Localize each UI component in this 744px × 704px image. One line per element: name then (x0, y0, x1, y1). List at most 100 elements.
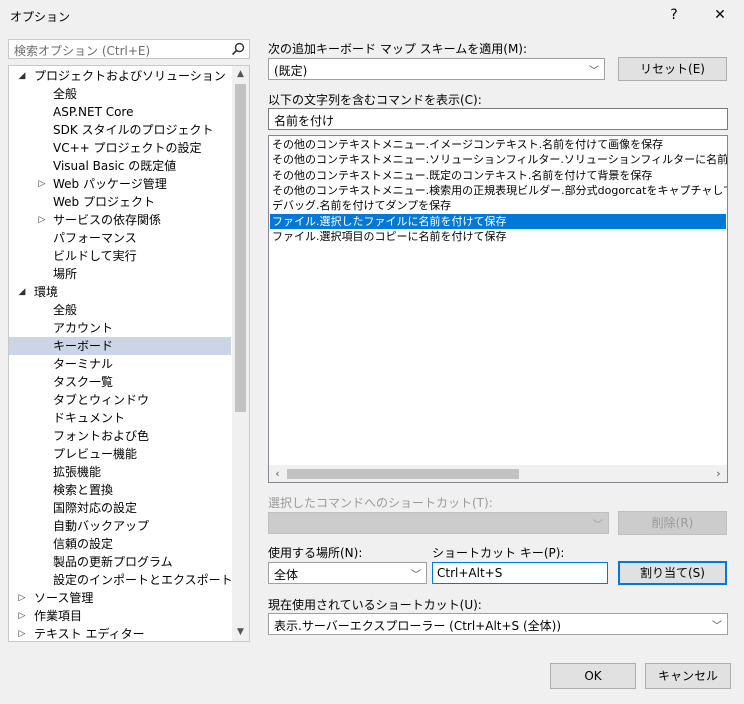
chevron-down-icon: ﹀ (589, 66, 599, 77)
expand-icon[interactable]: ▷ (37, 175, 47, 193)
help-button[interactable]: ? (654, 2, 694, 28)
tree-item[interactable]: 場所 (9, 265, 231, 283)
hscroll-thumb[interactable] (287, 469, 519, 479)
selected-shortcuts-combo[interactable]: ﹀ (268, 512, 609, 534)
tree-item[interactable]: ◢ プロジェクトおよびソリューション (9, 67, 231, 85)
tree-item-label: ソース管理 (34, 591, 94, 605)
tree-item-label: サービスの依存関係 (53, 213, 162, 227)
tree-item[interactable]: 検索と置換 (9, 481, 231, 499)
tree-item[interactable]: VC++ プロジェクトの設定 (9, 139, 231, 157)
collapse-icon[interactable]: ◢ (17, 67, 27, 85)
chevron-down-icon: ﹀ (593, 520, 603, 531)
tree-item[interactable]: 信頼の設定 (9, 535, 231, 553)
tree-item[interactable]: アカウント (9, 319, 231, 337)
search-input[interactable]: 検索オプション (Ctrl+E) (8, 39, 250, 59)
scroll-thumb[interactable] (235, 84, 246, 412)
collapse-icon[interactable]: ◢ (17, 283, 27, 301)
commands-list[interactable]: その他のコンテキストメニュー.イメージコンテキスト.名前を付けて画像を保存 その他… (268, 135, 728, 483)
tree-item[interactable]: ▷ サービスの依存関係 (9, 211, 231, 229)
tree-item[interactable]: プレビュー機能 (9, 445, 231, 463)
tree-scrollbar[interactable]: ▲ ▼ (232, 66, 249, 641)
expand-icon[interactable]: ▷ (37, 211, 47, 229)
command-list-item[interactable]: デバッグ.名前を付けてダンプを保存 (270, 198, 726, 213)
tree-item[interactable]: タブとウィンドウ (9, 391, 231, 409)
tree-item[interactable]: パフォーマンス (9, 229, 231, 247)
scroll-up-icon[interactable]: ▲ (232, 66, 249, 83)
selected-shortcuts-label: 選択したコマンドへのショートカット(T): (268, 496, 493, 510)
tree-item-label: 信頼の設定 (53, 537, 114, 551)
reset-button[interactable]: リセット(E) (618, 57, 727, 81)
tree-item-label: ビルドして実行 (53, 249, 137, 263)
tree-item-label: タブとウィンドウ (53, 393, 150, 407)
remove-button[interactable]: 削除(R) (618, 511, 727, 535)
tree-item-label: ターミナル (53, 357, 114, 371)
tree-item-label: 製品の更新プログラム (53, 555, 173, 569)
tree-item[interactable]: ターミナル (9, 355, 231, 373)
commands-hscrollbar[interactable]: ‹ › (269, 465, 727, 482)
tree-item-label: 設定のインポートとエクスポート (53, 573, 233, 587)
mapping-scheme-combo[interactable]: (既定) ﹀ (268, 58, 605, 80)
use-in-combo[interactable]: 全体 ﹀ (268, 562, 427, 584)
shortcut-key-input[interactable]: Ctrl+Alt+S (432, 562, 608, 584)
command-list-item[interactable]: その他のコンテキストメニュー.既定のコンテキスト.名前を付けて背景を保存 (270, 168, 726, 183)
tree-item-label: 全般 (53, 303, 78, 317)
tree-item[interactable]: ▷ ソース管理 (9, 589, 231, 607)
tree-item[interactable]: Visual Basic の既定値 (9, 157, 231, 175)
chevron-down-icon: ﹀ (411, 570, 421, 581)
tree-item[interactable]: Web プロジェクト (9, 193, 231, 211)
tree-item[interactable]: 設定のインポートとエクスポート (9, 571, 233, 589)
tree-item[interactable]: SDK スタイルのプロジェクト (9, 121, 231, 139)
tree-item[interactable]: 全般 (9, 85, 231, 103)
ok-button[interactable]: OK (550, 663, 636, 689)
mapping-scheme-label: 次の追加キーボード マップ スキームを適用(M): (268, 42, 528, 56)
tree-item[interactable]: 自動バックアップ (9, 517, 231, 535)
assign-button[interactable]: 割り当て(S) (618, 561, 727, 585)
tree-item-label: VC++ プロジェクトの設定 (53, 141, 202, 155)
tree-item[interactable]: ◢ 環境 (9, 283, 231, 301)
tree-item[interactable]: ビルドして実行 (9, 247, 231, 265)
command-filter-input[interactable]: 名前を付け (268, 108, 728, 130)
tree-item-label: SDK スタイルのプロジェクト (53, 123, 214, 137)
scroll-right-icon[interactable]: › (710, 465, 727, 482)
tree-item[interactable]: タスク一覧 (9, 373, 231, 391)
tree-item[interactable]: 国際対応の設定 (9, 499, 231, 517)
command-list-item[interactable]: その他のコンテキストメニュー.検索用の正規表現ビルダー.部分式dogorcatを… (270, 183, 727, 198)
scroll-left-icon[interactable]: ‹ (269, 465, 286, 482)
command-list-item[interactable]: その他のコンテキストメニュー.ソリューションフィルター.ソリューションフィルター… (270, 152, 727, 167)
expand-icon[interactable]: ▷ (17, 625, 27, 641)
close-button[interactable]: ✕ (700, 2, 740, 28)
tree-item[interactable]: 製品の更新プログラム (9, 553, 231, 571)
use-in-label: 使用する場所(N): (268, 546, 363, 560)
tree-item-label: ドキュメント (53, 411, 126, 425)
expand-icon[interactable]: ▷ (17, 589, 27, 607)
current-shortcut-value: 表示.サーバーエクスプローラー (Ctrl+Alt+S (全体)) (274, 619, 562, 633)
tree-item-label: 自動バックアップ (53, 519, 150, 533)
options-tree[interactable]: ◢ プロジェクトおよびソリューション全般 ASP.NET Core SDK スタイルの… (8, 65, 250, 642)
tree-item[interactable]: ▷ 作業項目 (9, 607, 231, 625)
command-list-item[interactable]: ファイル.選択項目のコピーに名前を付けて保存 (270, 229, 726, 244)
tree-item-label: プレビュー機能 (53, 447, 138, 461)
tree-item-label: 全般 (53, 87, 78, 101)
expand-icon[interactable]: ▷ (17, 607, 27, 625)
tree-item[interactable]: 拡張機能 (9, 463, 231, 481)
shortcut-key-value: Ctrl+Alt+S (437, 566, 503, 580)
command-filter-label: 以下の文字列を含むコマンドを表示(C): (268, 93, 482, 107)
scroll-down-icon[interactable]: ▼ (232, 624, 249, 641)
tree-item[interactable]: ドキュメント (9, 409, 231, 427)
tree-item-label: パフォーマンス (53, 231, 137, 245)
tree-item-label: キーボード (53, 339, 114, 353)
tree-item[interactable]: ▷ テキスト エディター (9, 625, 231, 641)
tree-item[interactable]: ASP.NET Core (9, 103, 231, 121)
tree-item[interactable]: キーボード (9, 337, 231, 355)
tree-item[interactable]: フォントおよび色 (9, 427, 231, 445)
command-list-item[interactable]: その他のコンテキストメニュー.イメージコンテキスト.名前を付けて画像を保存 (270, 137, 726, 152)
tree-item[interactable]: 全般 (9, 301, 231, 319)
tree-item-label: Visual Basic の既定値 (53, 159, 177, 173)
command-list-item[interactable]: ファイル.選択したファイルに名前を付けて保存 (270, 213, 726, 229)
current-shortcut-combo[interactable]: 表示.サーバーエクスプローラー (Ctrl+Alt+S (全体)) ﹀ (268, 613, 728, 635)
mapping-scheme-value: (既定) (274, 64, 308, 78)
tree-item-label: Web プロジェクト (53, 195, 155, 209)
tree-item-label: 検索と置換 (53, 483, 114, 497)
tree-item[interactable]: ▷ Web パッケージ管理 (9, 175, 231, 193)
cancel-button[interactable]: キャンセル (645, 663, 731, 689)
